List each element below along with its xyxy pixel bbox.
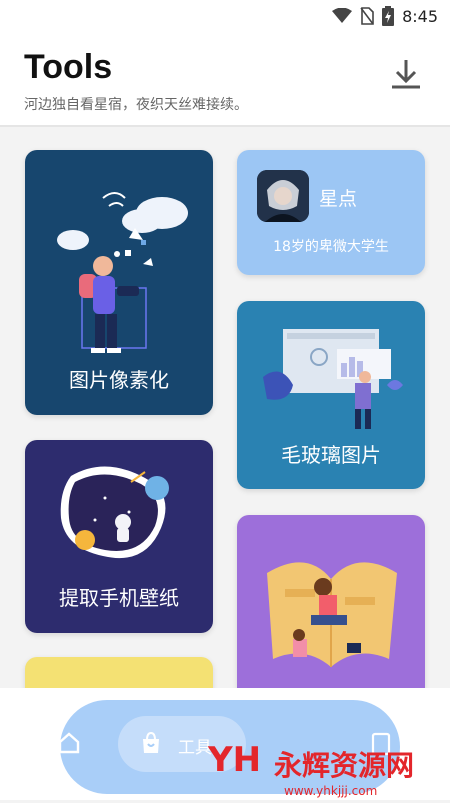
wifi-icon [332,8,353,23]
home-icon [58,732,80,754]
nav-item-home[interactable] [56,730,82,756]
avatar [257,170,309,222]
svg-text:永辉资源网: 永辉资源网 [274,749,414,782]
header-divider [0,125,450,127]
pixelate-label: 图片像素化 [69,368,169,392]
frosted-illustration [263,329,403,429]
pixelate-card[interactable]: 图片像素化 [25,150,213,415]
pixelate-illustration [57,192,188,353]
wallpaper-illustration [60,466,169,559]
bag-icon [143,731,159,753]
wallpaper-label: 提取手机壁纸 [59,586,179,610]
frosted-glass-label: 毛玻璃图片 [281,443,381,467]
watermark: YH 永辉资源网 www.yhkjjj.com [206,735,446,799]
app-header: Tools 河边独自看星宿，夜织天丝难接续。 [0,32,450,126]
frosted-glass-card[interactable]: 毛玻璃图片 [237,301,425,489]
wallpaper-card[interactable]: 提取手机壁纸 [25,440,213,633]
profile-name: 星点 [319,188,358,210]
page-subtitle: 河边独自看星宿，夜织天丝难接续。 [24,97,248,113]
profile-card[interactable]: 星点 18岁的卑微大学生 [237,150,425,275]
status-bar: 8:45 [0,0,450,32]
svg-text:YH: YH [207,740,261,780]
download-icon[interactable] [386,54,426,94]
page-title: Tools [24,48,113,86]
svg-text:www.yhkjjj.com: www.yhkjjj.com [284,784,377,798]
no-sim-icon [360,7,374,25]
clock: 8:45 [402,6,438,26]
battery-charging-icon [382,6,395,26]
reading-illustration [267,562,397,667]
profile-description: 18岁的卑微大学生 [273,239,389,255]
watermark-logo: YH 永辉资源网 www.yhkjjj.com [207,740,414,798]
